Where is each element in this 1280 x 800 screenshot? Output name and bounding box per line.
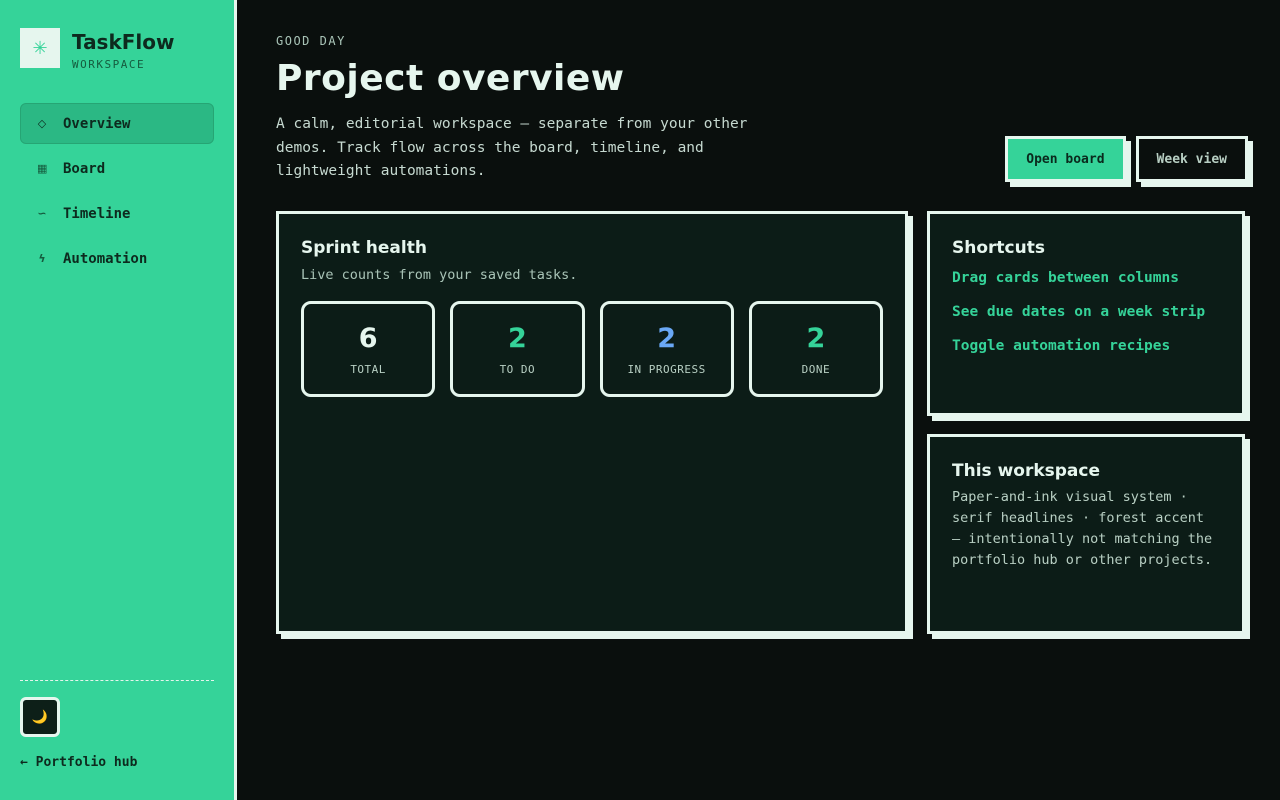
greeting: GOOD DAY [276,34,346,48]
stat-label: TO DO [499,362,536,376]
sidebar-item-label: Overview [63,115,131,132]
sidebar-item-overview[interactable]: ◇ Overview [20,103,214,144]
shortcuts-card: Shortcuts Drag cards between columns See… [927,211,1245,416]
stat-done: 2 DONE [748,301,883,397]
theme-toggle-button[interactable]: 🌙 [20,697,60,737]
shortcut-link[interactable]: See due dates on a week strip [952,300,1220,324]
stat-total: 6 TOTAL [301,301,436,397]
sidebar-item-automation[interactable]: ϟ Automation [20,238,214,279]
page-title: Project overview [276,58,625,99]
stat-value: 2 [806,322,826,354]
card-title: This workspace [952,461,1101,481]
sidebar-item-label: Board [63,160,106,177]
sidebar-item-label: Automation [63,250,148,267]
wave-icon: ∽ [37,207,47,220]
shortcut-list: Drag cards between columns See due dates… [952,266,1220,358]
diamond-icon: ◇ [37,117,47,130]
sidebar-footer: 🌙 ← Portfolio hub [20,680,214,770]
brand-name: TaskFlow [72,30,175,54]
sidebar-item-timeline[interactable]: ∽ Timeline [20,193,214,234]
logo-icon: ✳ [20,28,60,68]
stat-label: DONE [801,362,831,376]
brand-subtitle: WORKSPACE [72,58,146,71]
card-subtitle: Live counts from your saved tasks. [301,267,578,283]
shortcut-link[interactable]: Toggle automation recipes [952,334,1220,358]
workspace-description: Paper-and-ink visual system · serif head… [952,489,1213,568]
week-view-button[interactable]: Week view [1135,136,1248,182]
stat-todo: 2 TO DO [450,301,585,397]
portfolio-hub-link[interactable]: ← Portfolio hub [20,755,214,770]
card-title: Shortcuts [952,238,1045,258]
stat-in-progress: 2 IN PROGRESS [599,301,734,397]
page-intro: A calm, editorial workspace — separate f… [276,116,748,179]
stat-label: IN PROGRESS [627,362,706,376]
card-title: Sprint health [301,238,427,258]
shortcut-link[interactable]: Drag cards between columns [952,266,1220,290]
sidebar: ✳ TaskFlow WORKSPACE ◇ Overview ▦ Board … [0,0,237,800]
sidebar-item-board[interactable]: ▦ Board [20,148,214,189]
header-actions: Open board Week view [1005,136,1248,182]
sidebar-nav: ◇ Overview ▦ Board ∽ Timeline ϟ Automati… [20,103,214,279]
stat-value: 2 [657,322,677,354]
bolt-icon: ϟ [38,252,46,265]
stats-row: 6 TOTAL 2 TO DO 2 IN PROGRESS 2 DONE [301,301,883,397]
grid-icon: ▦ [37,162,48,175]
stat-label: TOTAL [350,362,386,376]
stat-value: 6 [358,322,378,354]
open-board-button[interactable]: Open board [1005,136,1126,182]
moon-icon: 🌙 [31,709,49,725]
brand: ✳ TaskFlow WORKSPACE [20,28,214,71]
workspace-card: This workspace Paper-and-ink visual syst… [927,434,1245,634]
sidebar-item-label: Timeline [63,205,131,222]
sprint-health-card: Sprint health Live counts from your save… [276,211,908,634]
stat-value: 2 [507,322,527,354]
